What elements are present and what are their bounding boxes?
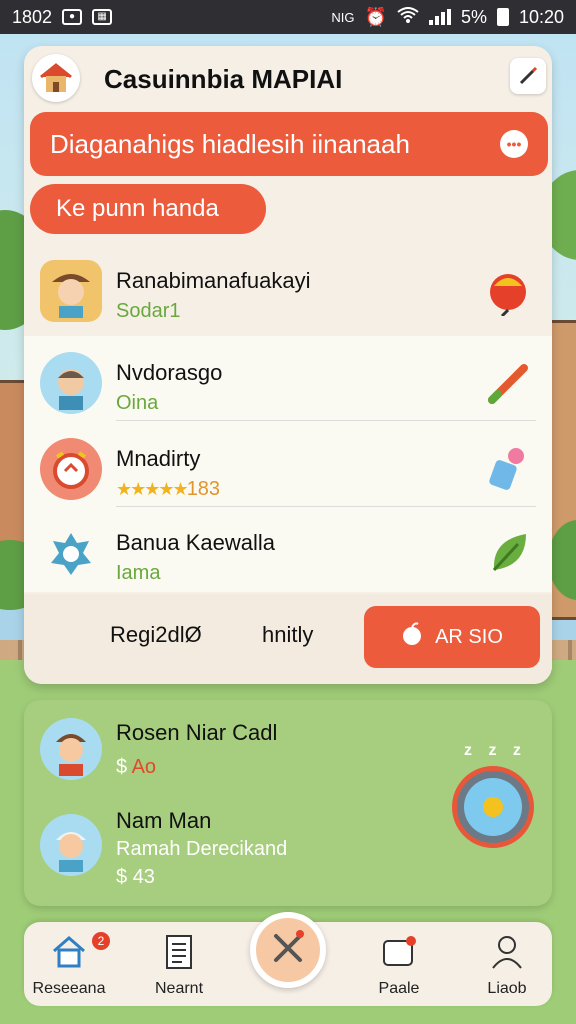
contact-rating: ★★★★★183 [116,478,220,501]
offer-location: Ramah Derecikand [116,838,288,860]
apple-icon [401,622,423,652]
nav-item-page[interactable]: Paale [354,932,444,1002]
nav-label: Paale [378,980,420,997]
nav-item-profile[interactable]: Liaob [462,932,552,1002]
home-icon [49,932,89,972]
cta-button[interactable]: AR SIO [364,606,540,668]
contact-name: Banua Kaewalla [116,530,276,555]
camera-status-icon: ● [62,9,83,25]
notification-badge: 2 [92,932,110,950]
status-time-left: 1802 [12,6,53,27]
contact-name: Mnadirty [116,446,201,471]
nav-label: Reseeana [32,980,106,997]
leaf-icon[interactable] [480,524,536,580]
offers-card: Rosen Niar Cadl $ Ao Nam Man Ramah Derec… [24,700,552,906]
alarm-status-icon: ⏰ [364,6,387,27]
offer-price: $ 43 [116,866,155,889]
contact-sub: Iama [116,562,161,584]
nav-label: Liaob [487,980,527,997]
home-icon[interactable] [32,54,80,102]
avatar [40,718,102,780]
contact-name: Nvdorasgo [116,360,223,385]
divider [116,506,536,507]
avatar [40,352,102,414]
offer-currency: $ [116,866,128,888]
status-label: NIG [331,9,355,25]
promo-banner[interactable]: Diaganahigs hiadlesih iinanaah ••• [30,112,548,176]
divider [116,420,536,421]
center-action-button[interactable] [250,912,326,988]
sleep-zz: z z z [464,742,527,759]
wifi-icon [397,6,419,28]
flute-icon[interactable] [480,354,536,410]
cup-icon[interactable] [480,440,536,496]
rating-count: 183 [186,478,221,500]
card-footer: Regi2dlØ hnitly AR SIO [24,594,552,684]
main-card: Casuinnbia MAPIAI Diaganahigs hiadlesih … [24,46,552,684]
gallery-status-icon: ▦ [92,9,113,25]
offer-name: Rosen Niar Cadl [116,720,278,745]
offer-price: $ Ao [116,756,156,779]
signal-icon [428,9,451,25]
filter-pill[interactable]: Ke punn handa [30,184,266,234]
page-title: Casuinnbia MAPIAI [104,64,343,94]
battery-icon [496,8,509,26]
contact-sub: Oina [116,392,159,414]
avatar [40,260,102,322]
list-item[interactable]: Ranabimanafuakayi Sodar1 [24,252,552,336]
status-time: 10:20 [518,6,564,27]
offer-price-value: Ao [131,756,157,778]
list-item[interactable]: Nvdorasgo Oina [24,344,552,428]
chat-icon[interactable]: ••• [500,130,528,158]
offer-price-value: 43 [132,866,155,888]
avatar [40,522,102,584]
nav-item-home[interactable]: Reseeana 2 [24,932,114,1002]
battery-percent: 5% [460,6,487,27]
banner-text: Diaganahigs hiadlesih iinanaah [50,128,410,159]
edit-icon[interactable] [510,58,546,94]
avatar [40,438,102,500]
list-item[interactable]: Banua Kaewalla Iama [24,514,552,598]
cta-label: AR SIO [435,625,503,648]
status-bar: 1802 ● ▦ NIG ⏰ 5% 10:20 [0,0,576,34]
contact-name: Ranabimanafuakayi [116,268,311,293]
nav-item-news[interactable]: Nearnt [134,932,224,1002]
bell-icon[interactable] [480,262,536,318]
list-item[interactable]: Mnadirty ★★★★★183 [24,430,552,514]
offer-currency: $ [116,756,128,778]
document-icon [159,932,199,972]
avatar [40,814,102,876]
close-icon [268,928,308,973]
footer-label-activity[interactable]: hnitly [262,622,313,648]
calendar-icon [379,932,419,972]
footer-label-register[interactable]: Regi2dlØ [110,622,202,648]
rating-stars: ★★★★★ [116,479,189,499]
contact-sub: Sodar1 [116,300,181,322]
card-header: Casuinnbia MAPIAI [24,46,552,110]
offer-name: Nam Man [116,808,212,833]
pill-text: Ke punn handa [56,195,219,222]
user-icon [487,932,527,972]
nav-label: Nearnt [154,980,204,997]
clock-icon[interactable] [452,766,534,848]
